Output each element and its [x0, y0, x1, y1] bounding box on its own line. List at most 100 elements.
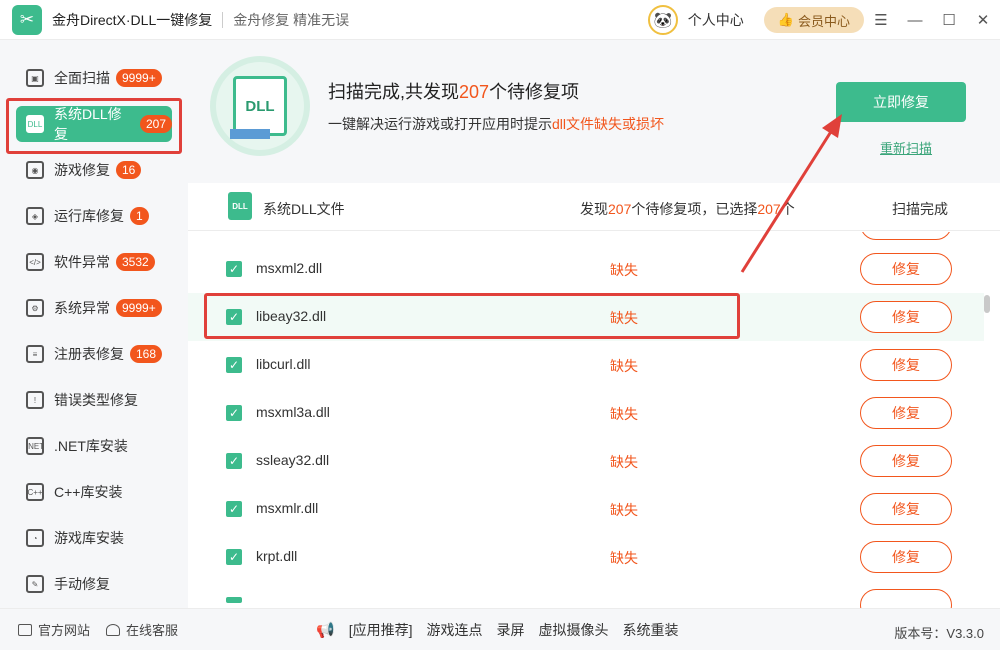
dll-file-list: ✓ msxml2.dll 缺失 修复 ✓ libeay32.dll 缺失 修复 … [188, 232, 1000, 608]
personal-center-link[interactable]: 个人中心 [688, 10, 744, 30]
file-status: 缺失 [610, 502, 638, 518]
dll-stripe [230, 129, 270, 139]
official-site-label: 官方网站 [38, 623, 91, 638]
title-separator [222, 11, 224, 28]
selected-count: 207 [757, 201, 781, 217]
dll-file-icon: DLL [228, 192, 252, 220]
sidebar-item-label: 错误类型修复 [54, 392, 138, 408]
file-name: ssleay32.dll [256, 452, 330, 468]
wrench-icon: ✎ [26, 575, 44, 593]
count-badge: 9999+ [116, 69, 162, 87]
dll-illustration-label: DLL [245, 97, 275, 115]
sidebar-item-cpp-install[interactable]: C++ C++库安装 [16, 474, 172, 510]
sidebar-item-registry-repair[interactable]: ≡ 注册表修复 168 [16, 336, 172, 372]
repair-button[interactable]: 修复 [860, 397, 952, 429]
speaker-icon: 📢 [316, 622, 335, 639]
official-site-link[interactable]: 官方网站 [18, 620, 90, 639]
sidebar-item-label: .NET库安装 [54, 438, 128, 454]
avatar[interactable]: 🐼 [647, 5, 678, 35]
scan-icon: ▣ [26, 69, 44, 87]
repair-button[interactable]: 修复 [860, 301, 952, 333]
file-name: msxml3a.dll [256, 404, 330, 420]
sidebar-item-dotnet-install[interactable]: .NET .NET库安装 [16, 428, 172, 464]
file-name: msxmlr.dll [256, 500, 319, 516]
repair-button[interactable]: 修复 [860, 253, 952, 285]
row-checkbox[interactable]: ✓ [226, 357, 242, 373]
list-scrollbar[interactable] [984, 295, 990, 313]
pacman-icon: ◔ [26, 529, 44, 547]
code-icon: </> [26, 253, 44, 271]
list-header-name: 系统DLL文件 [263, 201, 345, 217]
runtime-icon: ◈ [26, 207, 44, 225]
online-service-link[interactable]: 在线客服 [106, 620, 178, 639]
scan-sub-prefix: 一键解决运行游戏或打开应用时提示 [328, 116, 552, 132]
repair-button[interactable]: 修复 [860, 349, 952, 381]
maximize-icon[interactable]: ☐ [932, 11, 966, 29]
row-checkbox[interactable]: ✓ [226, 453, 242, 469]
app-title: 金舟DirectX·DLL一键修复 [52, 11, 213, 28]
scan-count: 207 [459, 82, 490, 102]
sidebar-item-system-error[interactable]: ⚙ 系统异常 9999+ [16, 290, 172, 326]
warning-icon: ! [26, 391, 44, 409]
sidebar-item-error-type-repair[interactable]: ! 错误类型修复 [16, 382, 172, 418]
gear-icon: ⚙ [26, 299, 44, 317]
sidebar-item-manual-repair[interactable]: ✎ 手动修复 [16, 566, 172, 602]
footer-link-auto-clicker[interactable]: 游戏连点 [426, 620, 482, 640]
file-status: 缺失 [610, 262, 638, 278]
row-checkbox[interactable]: ✓ [226, 261, 242, 277]
sidebar-item-label: 全面扫描 [54, 70, 110, 86]
rescan-link[interactable]: 重新扫描 [880, 138, 932, 157]
file-status: 缺失 [610, 550, 638, 566]
partial-repair-button-top[interactable] [860, 232, 952, 240]
table-row: ✓ msxml3a.dll 缺失 修复 [188, 389, 984, 437]
footer-link-screen-record[interactable]: 录屏 [496, 620, 524, 640]
dll-file-icon: DLL [230, 76, 287, 139]
row-checkbox[interactable]: ✓ [226, 549, 242, 565]
monitor-icon [18, 623, 32, 636]
sidebar-item-runtime-repair[interactable]: ◈ 运行库修复 1 [16, 198, 172, 234]
repair-button[interactable]: 修复 [860, 541, 952, 573]
footer-link-system-reinstall[interactable]: 系统重装 [622, 620, 678, 640]
scan-title-prefix: 扫描完成,共发现 [328, 82, 460, 102]
vip-center-button[interactable]: 👍 会员中心 [763, 7, 864, 33]
sidebar-item-label: 运行库修复 [54, 208, 124, 224]
dll-illustration: DLL [210, 56, 310, 156]
app-logo-icon: ✂ [12, 4, 42, 35]
sidebar-item-full-scan[interactable]: ▣ 全面扫描 9999+ [16, 60, 172, 96]
repair-button[interactable]: 修复 [860, 445, 952, 477]
menu-icon[interactable]: ☰ [864, 11, 898, 29]
sidebar-item-game-lib-install[interactable]: ◔ 游戏库安装 [16, 520, 172, 556]
count-badge: 1 [130, 207, 149, 225]
list-header: DLL 系统DLL文件 发现207个待修复项，已选择207个 扫描完成 [188, 183, 1000, 231]
close-icon[interactable]: ✕ [966, 11, 1000, 29]
file-status: 缺失 [610, 406, 638, 422]
file-status: 缺失 [610, 454, 638, 470]
net-icon: .NET [26, 437, 44, 455]
row-checkbox[interactable]: ✓ [226, 405, 242, 421]
partial-repair-button-bottom[interactable] [860, 589, 952, 608]
count-badge: 9999+ [116, 299, 162, 317]
count-badge: 16 [116, 161, 142, 179]
repair-now-button[interactable]: 立即修复 [836, 82, 966, 122]
vip-center-label: 会员中心 [797, 13, 850, 29]
sidebar-item-label: 游戏库安装 [54, 530, 124, 546]
row-checkbox[interactable]: ✓ [226, 501, 242, 517]
count-badge: 168 [130, 345, 163, 363]
footer: 官方网站 在线客服 📢 [应用推荐] 游戏连点 录屏 虚拟摄像头 系统重装 版本… [0, 608, 1000, 650]
sidebar-item-label: C++库安装 [54, 484, 123, 500]
table-row: ✓ msxml2.dll 缺失 修复 [188, 245, 984, 293]
sidebar-item-game-repair[interactable]: ◉ 游戏修复 16 [16, 152, 172, 188]
found-mid: 个待修复项，已选择 [631, 201, 758, 217]
gamepad-icon: ◉ [26, 161, 44, 179]
footer-link-virtual-camera[interactable]: 虚拟摄像头 [538, 620, 608, 640]
repair-button[interactable]: 修复 [860, 493, 952, 525]
found-suffix: 个 [780, 201, 795, 217]
app-slogan: 金舟修复 精准无误 [233, 11, 350, 28]
sidebar-item-software-error[interactable]: </> 软件异常 3532 [16, 244, 172, 280]
annotation-box-row [204, 293, 740, 339]
file-status: 缺失 [610, 358, 638, 374]
list-header-found: 发现207个待修复项，已选择207个 [580, 199, 795, 219]
row-checkbox[interactable] [226, 597, 242, 603]
list-header-status: 扫描完成 [892, 201, 948, 217]
minimize-icon[interactable]: — [898, 12, 932, 29]
